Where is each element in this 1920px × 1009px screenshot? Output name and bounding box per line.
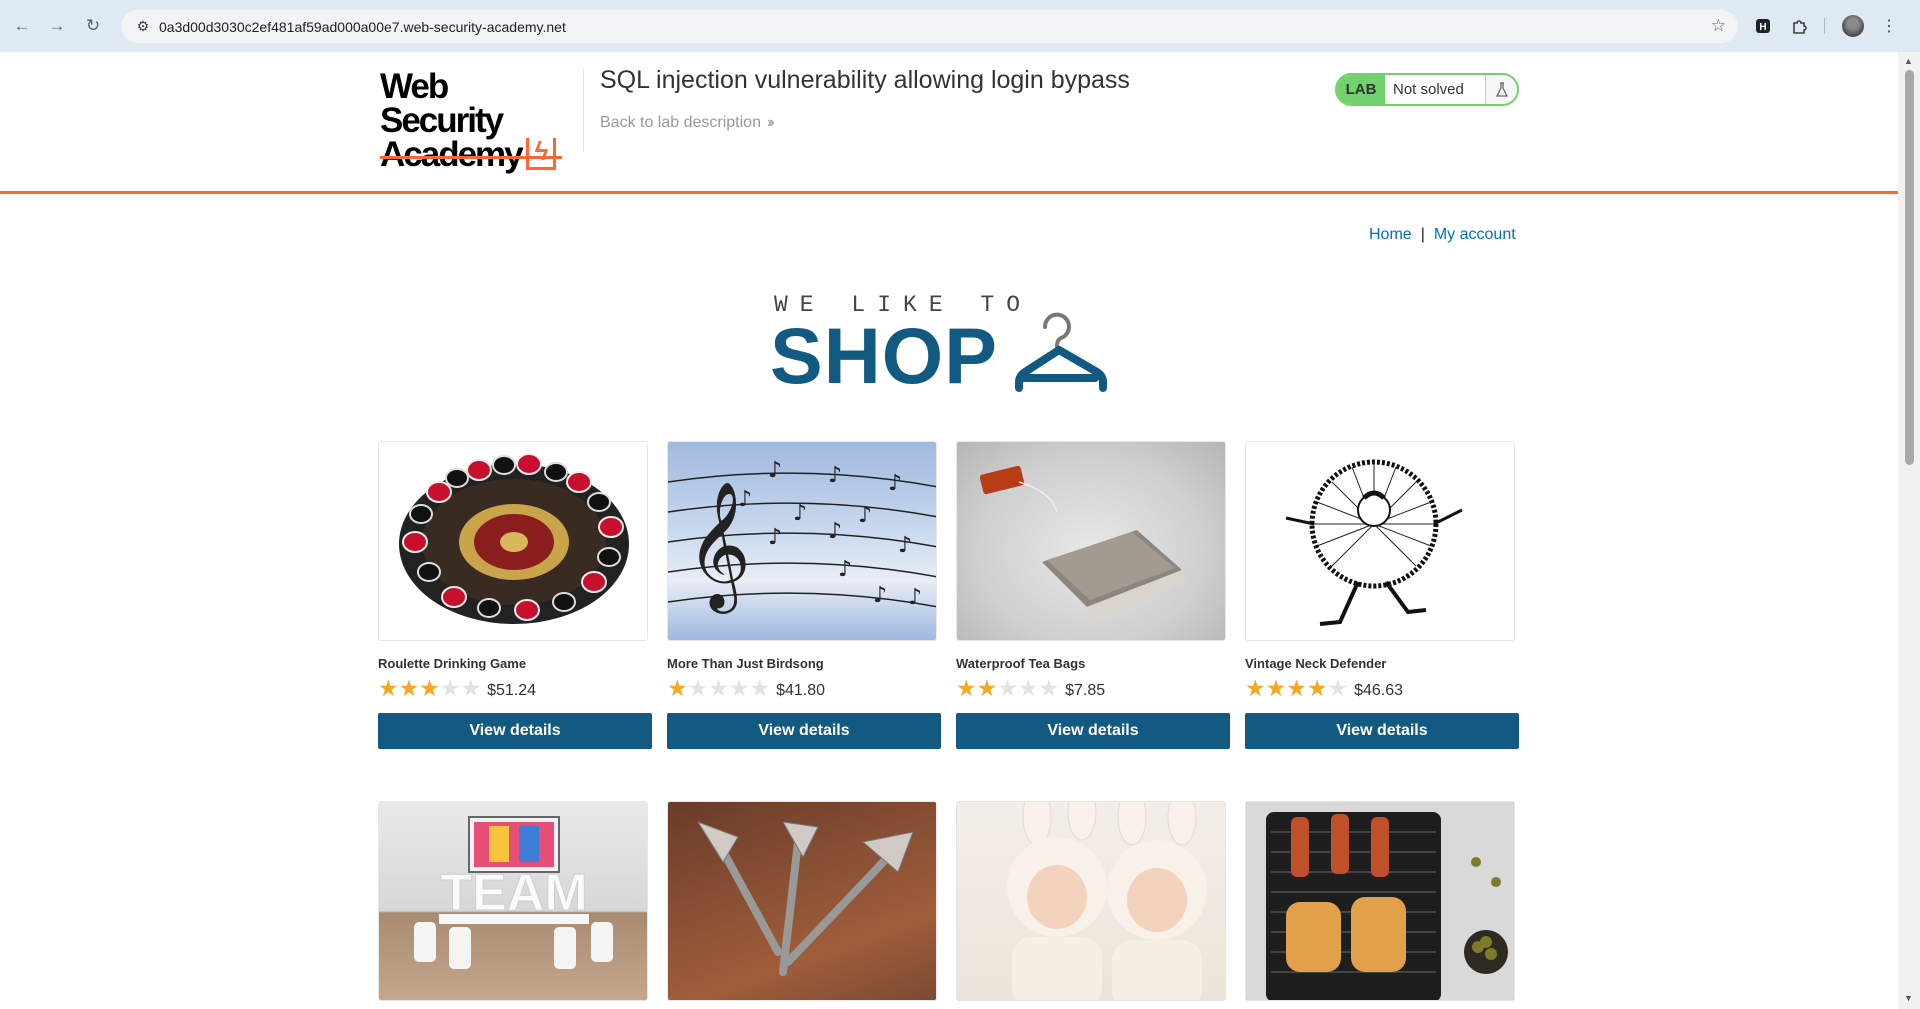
svg-text:♪: ♪ xyxy=(768,458,782,483)
header-divider xyxy=(583,68,584,152)
product-card: 𝄞 ♪ ♪ ♪ ♪ ♪ ♪ ♪ ♪ ♪ ♪ ♪ ♪ More Than Just Birdson… xyxy=(667,441,941,749)
forward-arrow-icon[interactable]: → xyxy=(44,13,70,39)
star-rating-icon: ★★★★★ xyxy=(667,675,771,701)
reload-icon[interactable]: ↻ xyxy=(80,13,106,39)
svg-text:♪: ♪ xyxy=(838,557,852,582)
product-rating-row: ★★★★★ $7.85 xyxy=(956,676,1230,700)
scroll-down-icon[interactable]: ▼ xyxy=(1904,993,1913,1003)
lab-status-text: Not solved xyxy=(1393,81,1464,98)
product-card xyxy=(667,801,941,1001)
double-chevron-right-icon: ›› xyxy=(766,114,774,131)
product-rating-row: ★★★★★ $46.63 xyxy=(1245,676,1519,700)
browser-toolbar: ← → ↻ ⚙ 0a3d00d3030c2ef481af59ad000a00e7… xyxy=(0,0,1920,52)
view-details-button[interactable]: View details xyxy=(378,713,652,749)
product-image-roulette xyxy=(378,441,648,641)
product-image-team: TEAM xyxy=(378,801,648,1001)
product-image-neck-defender xyxy=(1245,441,1515,641)
nav-separator: | xyxy=(1420,226,1425,243)
product-price: $51.24 xyxy=(487,681,537,699)
product-name: Vintage Neck Defender xyxy=(1245,656,1387,671)
svg-text:H: H xyxy=(1759,22,1766,33)
browser-menu-icon[interactable]: ⋮ xyxy=(1877,14,1901,38)
product-price: $41.80 xyxy=(776,681,826,699)
product-image-birdsong: 𝄞 ♪ ♪ ♪ ♪ ♪ ♪ ♪ ♪ ♪ ♪ ♪ ♪ xyxy=(667,441,937,641)
scrollbar-thumb[interactable] xyxy=(1905,70,1914,465)
url-text[interactable]: 0a3d00d3030c2ef481af59ad000a00e7.web-sec… xyxy=(159,19,566,35)
product-card: Vintage Neck Defender ★★★★★ $46.63 View … xyxy=(1245,441,1519,749)
site-settings-icon[interactable]: ⚙ xyxy=(127,18,159,35)
logo-line1: Web Security xyxy=(380,67,504,140)
lab-title: SQL injection vulnerability allowing log… xyxy=(600,66,1130,94)
svg-text:♪: ♪ xyxy=(768,525,782,550)
extension-h-icon[interactable]: H xyxy=(1751,14,1775,38)
product-image-babies xyxy=(956,801,1226,1001)
product-rating-row: ★★★★★ $51.24 xyxy=(378,676,652,700)
svg-text:♪: ♪ xyxy=(793,501,807,526)
back-link-label[interactable]: Back to lab description xyxy=(600,114,761,131)
logo-line2: Academy xyxy=(380,135,524,174)
logo-mark-icon xyxy=(525,136,556,170)
back-arrow-icon[interactable]: ← xyxy=(9,13,35,39)
product-card: Roulette Drinking Game ★★★★★ $51.24 View… xyxy=(378,441,652,749)
web-security-academy-logo[interactable]: Web Security Academy xyxy=(380,67,565,172)
svg-text:♪: ♪ xyxy=(873,583,887,608)
product-image-teabag xyxy=(956,441,1226,641)
we-like-to-shop-banner: WE LIKE TO SHOP xyxy=(770,292,1130,412)
view-details-button[interactable]: View details xyxy=(956,713,1230,749)
toolbar-divider xyxy=(1824,18,1825,34)
my-account-link[interactable]: My account xyxy=(1434,226,1516,243)
clothes-hanger-icon xyxy=(1015,312,1107,392)
svg-text:♪: ♪ xyxy=(908,585,922,610)
product-image-darts xyxy=(667,801,937,1001)
view-details-button[interactable]: View details xyxy=(1245,713,1519,749)
star-rating-icon: ★★★★★ xyxy=(956,675,1060,701)
lab-status-widget: LAB Not solved xyxy=(1335,73,1519,106)
logo-underline xyxy=(380,156,562,159)
address-bar[interactable]: ⚙ 0a3d00d3030c2ef481af59ad000a00e7.web-s… xyxy=(121,10,1738,43)
lab-header: Web Security Academy SQL injection vulne… xyxy=(0,52,1898,194)
product-card xyxy=(956,801,1230,1001)
product-card xyxy=(1245,801,1519,1001)
lab-badge: LAB xyxy=(1337,75,1385,104)
svg-text:♪: ♪ xyxy=(858,503,872,528)
product-price: $7.85 xyxy=(1065,681,1106,699)
scroll-up-icon[interactable]: ▲ xyxy=(1904,56,1913,66)
back-to-lab-description-link[interactable]: Back to lab description ›› xyxy=(600,114,774,132)
profile-avatar[interactable] xyxy=(1842,15,1864,37)
bookmark-star-icon[interactable]: ☆ xyxy=(1711,16,1726,36)
product-name: More Than Just Birdsong xyxy=(667,656,824,671)
svg-text:♪: ♪ xyxy=(738,487,752,512)
product-name: Roulette Drinking Game xyxy=(378,656,527,671)
extensions-puzzle-icon[interactable] xyxy=(1788,14,1812,38)
page-content: Web Security Academy SQL injection vulne… xyxy=(0,52,1898,1009)
team-sign-text: TEAM xyxy=(440,864,587,922)
product-name: Waterproof Tea Bags xyxy=(956,656,1086,671)
product-price: $46.63 xyxy=(1354,681,1404,699)
product-rating-row: ★★★★★ $41.80 xyxy=(667,676,941,700)
banner-shop-word: SHOP xyxy=(770,311,998,400)
star-rating-icon: ★★★★★ xyxy=(378,675,482,701)
product-card: Waterproof Tea Bags ★★★★★ $7.85 View det… xyxy=(956,441,1230,749)
star-rating-icon: ★★★★★ xyxy=(1245,675,1349,701)
view-details-button[interactable]: View details xyxy=(667,713,941,749)
page-scrollbar[interactable]: ▲ ▼ xyxy=(1898,52,1920,1009)
svg-text:♪: ♪ xyxy=(888,471,902,496)
svg-text:♪: ♪ xyxy=(828,463,842,488)
svg-text:♪: ♪ xyxy=(828,519,842,544)
flask-icon[interactable] xyxy=(1485,75,1517,104)
top-nav: Home | My account xyxy=(1369,226,1516,244)
product-image-grill xyxy=(1245,801,1515,1001)
svg-text:♪: ♪ xyxy=(898,533,912,558)
product-card: TEAM xyxy=(378,801,652,1001)
home-link[interactable]: Home xyxy=(1369,226,1412,243)
